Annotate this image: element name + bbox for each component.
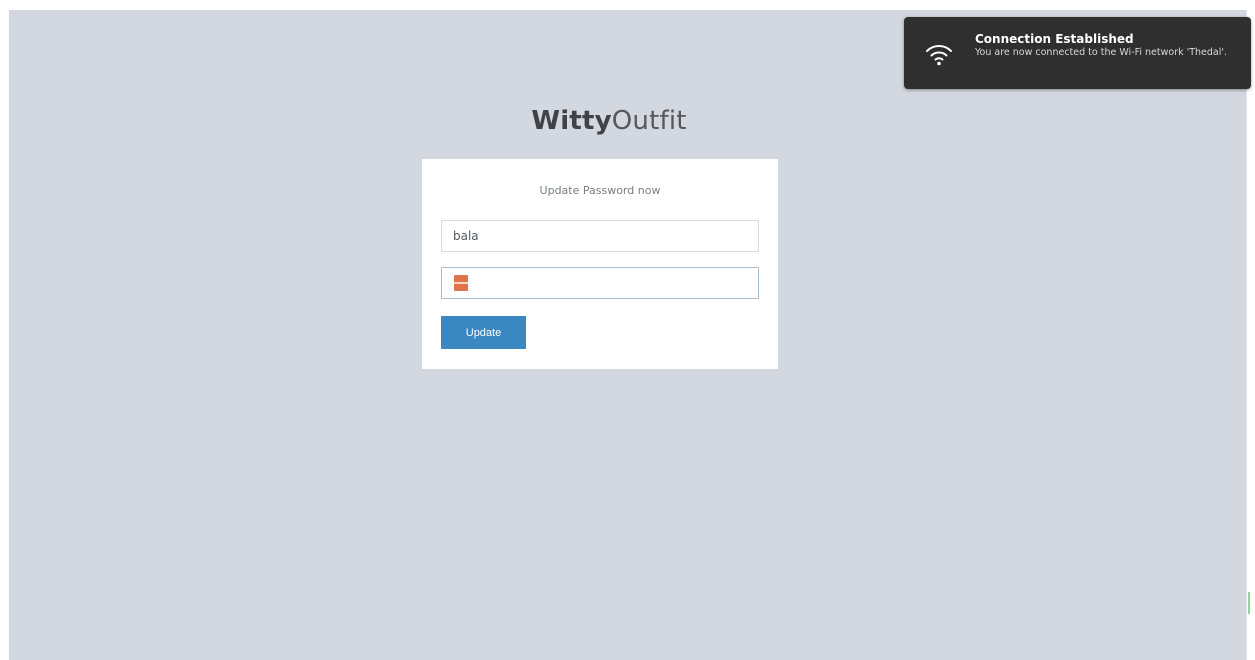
username-value: bala: [453, 229, 479, 243]
logo-bold-text: Witty: [531, 106, 612, 136]
wifi-icon: [924, 39, 954, 69]
edge-indicator: [1248, 592, 1250, 614]
password-manager-key-icon[interactable]: [454, 275, 468, 291]
logo-light-text: Outfit: [611, 106, 687, 136]
card-title: Update Password now: [539, 184, 661, 197]
update-button[interactable]: Update: [441, 316, 526, 349]
notification-title: Connection Established: [975, 32, 1134, 46]
notification-toast[interactable]: Connection Established You are now conne…: [904, 17, 1251, 89]
brand-logo: WittyOutfit: [431, 106, 787, 136]
notification-message: You are now connected to the Wi-Fi netwo…: [975, 47, 1228, 58]
username-field[interactable]: bala: [441, 220, 759, 252]
update-password-card: Update Password now bala Update: [422, 159, 778, 369]
window-edge: [1246, 10, 1255, 660]
password-field[interactable]: [441, 267, 759, 299]
